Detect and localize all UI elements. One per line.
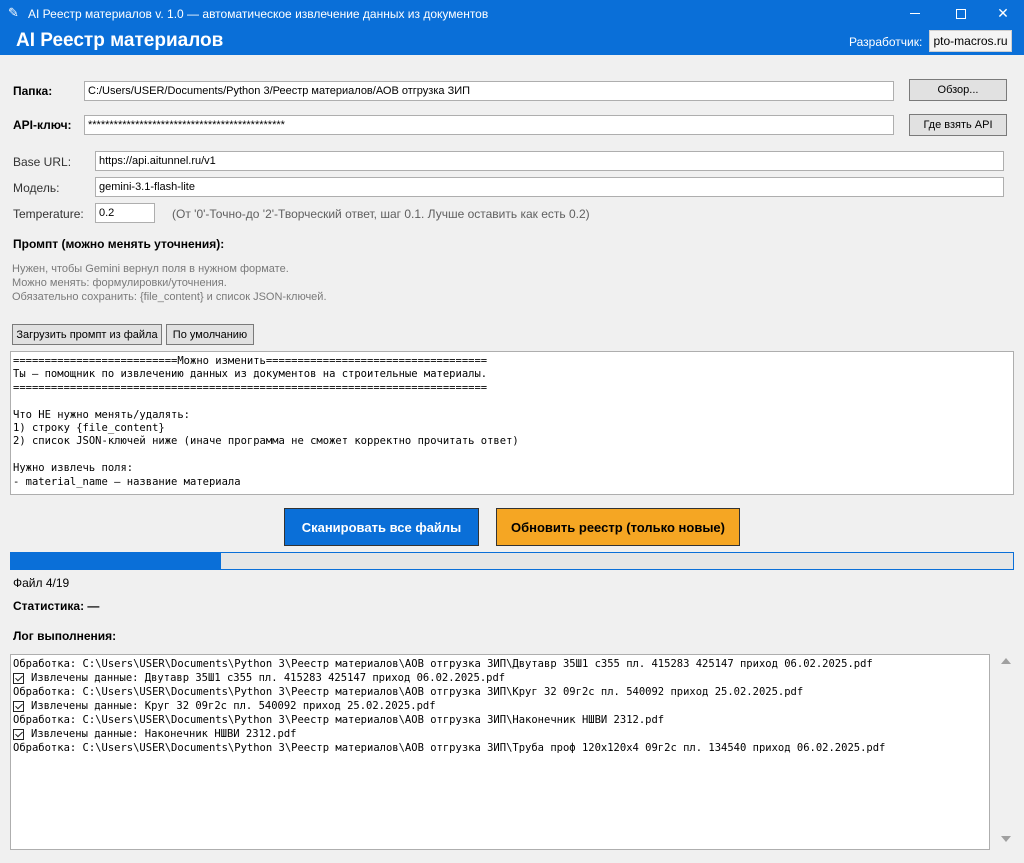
temperature-input[interactable]: 0.2 — [95, 203, 155, 223]
developer-label: Разработчик: — [849, 35, 923, 49]
prompt-line: ​ — [13, 449, 1011, 462]
folder-input[interactable]: C:/Users/USER/Documents/Python 3/Реестр … — [84, 81, 894, 101]
log-line-text: Извлечены данные: Круг 32 09г2с пл. 5400… — [31, 700, 436, 712]
prompt-line: Что НЕ нужно менять/удалять: — [13, 408, 191, 421]
maximize-button[interactable] — [938, 0, 984, 27]
prompt-help-line: Нужен, чтобы Gemini вернул поля в нужном… — [12, 263, 289, 275]
statistics-label: Статистика: — — [13, 599, 100, 613]
api-key-input[interactable]: ****************************************… — [84, 115, 894, 135]
prompt-help: Нужен, чтобы Gemini вернул поля в нужном… — [12, 262, 327, 304]
log-line-text: Извлечены данные: Наконечник НШВИ 2312.p… — [31, 728, 297, 740]
log-line-text: Обработка: C:\Users\USER\Documents\Pytho… — [13, 714, 665, 726]
log-line: Извлечены данные: Наконечник НШВИ 2312.p… — [13, 727, 987, 741]
prompt-textarea[interactable]: ==========================Можно изменить… — [10, 351, 1014, 495]
model-label: Модель: — [13, 181, 60, 195]
temperature-hint: (От '0'-Точно-до '2'-Творческий ответ, ш… — [172, 207, 590, 221]
browse-button[interactable]: Обзор... — [909, 79, 1007, 101]
get-api-button[interactable]: Где взять API — [909, 114, 1007, 136]
prompt-line: Ты — помощник по извлечению данных из до… — [13, 368, 488, 381]
scan-all-button[interactable]: Сканировать все файлы — [284, 508, 479, 546]
progress-fill — [11, 553, 222, 569]
prompt-line: 2) список JSON-ключей ниже (иначе програ… — [13, 435, 519, 448]
log-line-text: Извлечены данные: Двутавр 35Ш1 с355 пл. … — [31, 672, 506, 684]
log-line: Извлечены данные: Двутавр 35Ш1 с355 пл. … — [13, 671, 987, 685]
prompt-line: 1) строку {file_content} — [13, 422, 165, 435]
log-line-text: Обработка: C:\Users\USER\Documents\Pytho… — [13, 686, 804, 698]
close-button[interactable]: ✕ — [980, 0, 1024, 27]
api-key-label: API-ключ: — [13, 118, 72, 132]
log-line: Обработка: C:\Users\USER\Documents\Pytho… — [13, 657, 987, 671]
prompt-line: ========================================… — [13, 381, 488, 394]
prompt-line: - material_name — название материала — [13, 475, 241, 488]
checkmark-icon — [13, 728, 24, 740]
model-input[interactable]: gemini-3.1-flash-lite — [95, 177, 1004, 197]
prompt-line: Нужно извлечь поля: — [13, 462, 134, 475]
log-textarea[interactable]: Обработка: C:\Users\USER\Documents\Pytho… — [10, 654, 990, 850]
progress-label: Файл 4/19 — [13, 576, 70, 590]
prompt-line: ​ — [13, 395, 1011, 408]
load-prompt-button[interactable]: Загрузить промпт из файла — [12, 324, 162, 345]
log-line-text: Обработка: C:\Users\USER\Documents\Pytho… — [13, 742, 886, 754]
update-registry-button[interactable]: Обновить реестр (только новые) — [496, 508, 740, 546]
app-header: AI Реестр материалов Разработчик: pto-ma… — [0, 27, 1024, 55]
log-line: Извлечены данные: Круг 32 09г2с пл. 5400… — [13, 699, 987, 713]
developer-link[interactable]: pto-macros.ru — [929, 30, 1012, 52]
log-line: Обработка: C:\Users\USER\Documents\Pytho… — [13, 741, 987, 755]
temperature-label: Temperature: — [13, 207, 84, 221]
log-heading: Лог выполнения: — [13, 629, 117, 643]
checkmark-icon — [13, 700, 24, 712]
prompt-line: ==========================Можно изменить… — [13, 355, 488, 367]
prompt-help-line: Можно менять: формулировки/уточнения. — [12, 277, 227, 289]
window-titlebar[interactable]: ✎ AI Реестр материалов v. 1.0 — автомати… — [0, 0, 1024, 27]
close-icon: ✕ — [997, 5, 1009, 21]
minimize-icon — [910, 13, 920, 14]
checkmark-icon — [13, 672, 24, 684]
maximize-icon — [956, 8, 966, 19]
prompt-help-line: Обязательно сохранить: {file_content} и … — [12, 291, 327, 303]
app-title: AI Реестр материалов — [16, 30, 224, 51]
log-line: Обработка: C:\Users\USER\Documents\Pytho… — [13, 713, 987, 727]
feather-icon: ✎ — [8, 5, 19, 20]
prompt-heading: Промпт (можно менять уточнения): — [13, 237, 225, 251]
minimize-button[interactable] — [892, 0, 938, 27]
scroll-down-icon[interactable] — [1001, 836, 1011, 842]
folder-label: Папка: — [13, 84, 53, 98]
progress-bar — [10, 552, 1014, 570]
default-prompt-button[interactable]: По умолчанию — [166, 324, 254, 345]
log-line: Обработка: C:\Users\USER\Documents\Pytho… — [13, 685, 987, 699]
base-url-input[interactable]: https://api.aitunnel.ru/v1 — [95, 151, 1004, 171]
window-title: AI Реестр материалов v. 1.0 — автоматиче… — [28, 7, 489, 21]
base-url-label: Base URL: — [13, 155, 72, 169]
scroll-up-icon[interactable] — [1001, 658, 1011, 664]
log-scrollbar[interactable] — [996, 654, 1016, 850]
log-line-text: Обработка: C:\Users\USER\Documents\Pytho… — [13, 658, 873, 670]
